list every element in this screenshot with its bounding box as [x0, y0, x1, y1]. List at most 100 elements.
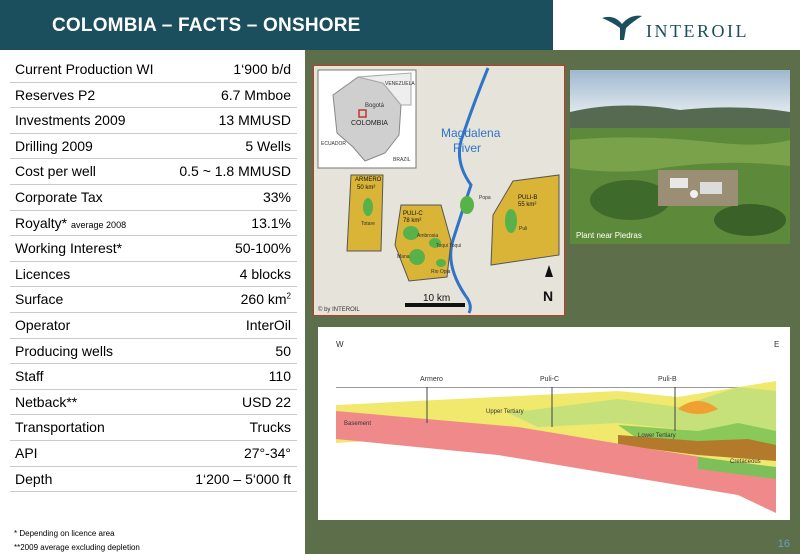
- section-label-puli-b: Puli-B: [658, 376, 677, 383]
- field-puli: [505, 209, 517, 233]
- fact-row: Licences 4 blocks: [10, 262, 297, 288]
- block-area-puli-c: 78 km²: [403, 218, 421, 224]
- fact-label-text: Royalty*: [15, 214, 68, 231]
- fact-value: 110: [268, 368, 291, 385]
- fact-row: Drilling 2009 5 Wells: [10, 134, 297, 160]
- section-label-armero: Armero: [420, 376, 443, 383]
- field-label-rio-opia: Rio Opia: [431, 269, 451, 275]
- footnote-1: * Depending on licence area: [14, 529, 115, 538]
- fact-value: 4 blocks: [239, 265, 291, 282]
- header-bar: COLOMBIA – FACTS – ONSHORE: [0, 0, 553, 50]
- fact-note: average 2008: [71, 219, 127, 230]
- fact-label: Transportation: [15, 419, 105, 436]
- fact-value: 13.1%: [251, 214, 291, 231]
- fact-label: Netback**: [15, 393, 78, 410]
- fact-row: Reserves P2 6.7 Mmboe: [10, 83, 297, 109]
- fact-row: Staff 110: [10, 364, 297, 390]
- field-label-toqui: Toqui Toqui: [436, 243, 461, 249]
- footnote-2: **2009 average excluding depletion: [14, 543, 140, 552]
- fact-row: Corporate Tax 33%: [10, 185, 297, 211]
- fact-label: Licences: [15, 265, 71, 282]
- photo-building: [670, 178, 688, 188]
- section-label-upper-tertiary: Upper Tertiary: [486, 409, 524, 415]
- photo-sky: [570, 70, 790, 112]
- fact-row: Producing wells 50: [10, 339, 297, 365]
- fact-row: Investments 2009 13 MMUSD: [10, 108, 297, 134]
- field-mana: [409, 249, 425, 265]
- licence-map: VENEZUELA Bogotá COLOMBIA ECUADOR BRAZIL…: [313, 65, 565, 316]
- fact-row: Current Production WI 1‘900 b/d: [10, 57, 297, 83]
- fact-row: Working Interest* 50-100%: [10, 236, 297, 262]
- map-credit: © by INTEROIL: [318, 306, 360, 313]
- fact-row: Surface 260 km2: [10, 287, 297, 313]
- field-label-totare: Totare: [361, 221, 375, 227]
- section-label-cretaceous: Cretaceous: [730, 459, 761, 465]
- river-label-2: River: [453, 141, 481, 155]
- field-totare: [363, 198, 373, 216]
- field-popa: [460, 196, 474, 214]
- field-rio-opia: [436, 259, 446, 267]
- fact-row: API 27°-34°: [10, 441, 297, 467]
- section-east-label: E: [774, 340, 779, 349]
- fact-row: Operator InterOil: [10, 313, 297, 339]
- label-colombia: COLOMBIA: [351, 120, 388, 127]
- field-label-ambrosia: Ambrosia: [417, 233, 438, 239]
- fact-label: Reserves P2: [15, 86, 96, 103]
- fact-value-text: 260 km: [240, 291, 287, 308]
- river-label-1: Magdalena: [441, 126, 501, 140]
- geological-cross-section: W E Armero Puli-C Puli-B Upper Tertiary …: [318, 327, 790, 520]
- logo-text: INTEROIL: [646, 21, 749, 41]
- fact-value: 0.5 ~ 1.8 MMUSD: [179, 163, 291, 180]
- fact-value: 1‘900 b/d: [233, 61, 291, 77]
- north-label: N: [543, 288, 553, 304]
- whale-tail-icon: [602, 15, 642, 40]
- fact-value-sup: 2: [286, 291, 291, 301]
- block-area-armero: 50 km²: [357, 185, 375, 191]
- page-number: 16: [777, 538, 790, 550]
- fact-label: Investments 2009: [15, 112, 126, 129]
- fact-row: Royalty* average 2008 13.1%: [10, 211, 297, 237]
- label-venezuela: VENEZUELA: [385, 81, 415, 87]
- fact-row: Netback** USD 22: [10, 390, 297, 416]
- block-label-armero: ARMERO: [355, 177, 382, 183]
- fact-label: Current Production WI: [15, 61, 154, 77]
- fact-value: 33%: [262, 188, 291, 205]
- fact-label: Cost per well: [15, 163, 96, 180]
- label-brazil: BRAZIL: [393, 157, 411, 163]
- block-label-puli-b: PULI-B: [518, 195, 537, 201]
- fact-value: 1‘200 – 5‘000 ft: [195, 470, 291, 487]
- fact-label: Producing wells: [15, 342, 114, 359]
- label-ecuador: ECUADOR: [321, 141, 346, 147]
- fact-value: Trucks: [249, 419, 291, 436]
- fact-value: 27°-34°: [243, 444, 291, 461]
- field-label-puli: Puli: [519, 226, 527, 232]
- fact-value: 50: [275, 342, 291, 359]
- fact-label: Staff: [15, 368, 44, 385]
- fact-value: 13 MMUSD: [218, 112, 291, 129]
- fact-value: 5 Wells: [245, 137, 291, 154]
- section-label-lower-tertiary: Lower Tertiary: [638, 433, 676, 439]
- fact-label: Surface: [15, 291, 64, 308]
- fact-value: 6.7 Mmboe: [220, 86, 291, 103]
- section-surface-line: [336, 387, 776, 388]
- fact-label: Corporate Tax: [15, 188, 103, 205]
- fact-value: USD 22: [241, 393, 291, 410]
- fact-value: 260 km2: [241, 291, 291, 307]
- label-bogota: Bogotá: [365, 103, 385, 109]
- fact-label: Royalty* average 2008: [15, 215, 126, 231]
- fact-row: Transportation Trucks: [10, 415, 297, 441]
- scale-label: 10 km: [423, 293, 450, 304]
- fact-label: API: [15, 444, 38, 461]
- fact-label: Operator: [15, 316, 71, 333]
- facts-table: Current Production WI 1‘900 b/d Reserves …: [10, 57, 297, 493]
- fact-label: Depth: [15, 470, 53, 487]
- photo-trees-2: [714, 204, 786, 236]
- fact-value: InterOil: [245, 316, 291, 333]
- photo-tank: [690, 190, 698, 198]
- fact-row: Cost per well 0.5 ~ 1.8 MMUSD: [10, 159, 297, 185]
- section-label-puli-c: Puli-C: [540, 376, 559, 383]
- field-label-mana: Mana: [397, 254, 410, 260]
- fact-row: Depth 1‘200 – 5‘000 ft: [10, 467, 297, 493]
- fact-label: Working Interest*: [15, 240, 123, 257]
- photo-building-2: [700, 182, 722, 194]
